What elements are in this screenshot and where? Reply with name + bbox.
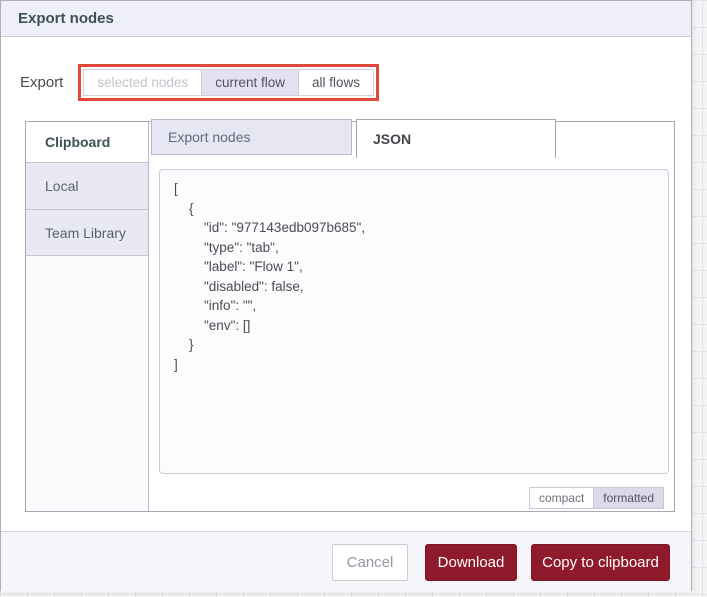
dialog-footer: Cancel Download Copy to clipboard <box>1 531 691 592</box>
sidebar-header-clipboard: Clipboard <box>26 122 148 162</box>
tab-json[interactable]: JSON <box>356 119 556 158</box>
current-flow-button[interactable]: current flow <box>201 69 299 96</box>
download-button[interactable]: Download <box>425 544 517 581</box>
cancel-button[interactable]: Cancel <box>332 544 408 581</box>
export-scope-row: Export selected nodes current flow all f… <box>20 64 379 101</box>
all-flows-button[interactable]: all flows <box>297 69 374 96</box>
compact-format-button[interactable]: compact <box>528 487 595 509</box>
library-sidebar: Clipboard Local Team Library <box>26 122 149 511</box>
export-destination-panel: Clipboard Local Team Library Export node… <box>25 119 675 512</box>
selected-nodes-button[interactable]: selected nodes <box>83 69 203 96</box>
copy-to-clipboard-button[interactable]: Copy to clipboard <box>531 544 670 581</box>
sidebar-item-team-library[interactable]: Team Library <box>26 209 148 256</box>
export-nodes-dialog: Export nodes Export selected nodes curre… <box>0 0 692 592</box>
annotation-highlight-box: selected nodes current flow all flows <box>78 64 379 101</box>
export-scope-button-group: selected nodes current flow all flows <box>83 69 374 96</box>
json-format-button-group: compact formatted <box>528 487 664 509</box>
json-output-textarea[interactable]: [ { "id": "977143edb097b685", "type": "t… <box>159 169 669 474</box>
tab-export-nodes[interactable]: Export nodes <box>151 119 352 155</box>
formatted-format-button[interactable]: formatted <box>593 487 664 509</box>
dialog-title: Export nodes <box>18 10 114 27</box>
dialog-header: Export nodes <box>1 1 691 37</box>
json-output-content: [ { "id": "977143edb097b685", "type": "t… <box>174 181 366 372</box>
sidebar-item-local[interactable]: Local <box>26 162 148 209</box>
export-scope-label: Export <box>20 74 64 91</box>
